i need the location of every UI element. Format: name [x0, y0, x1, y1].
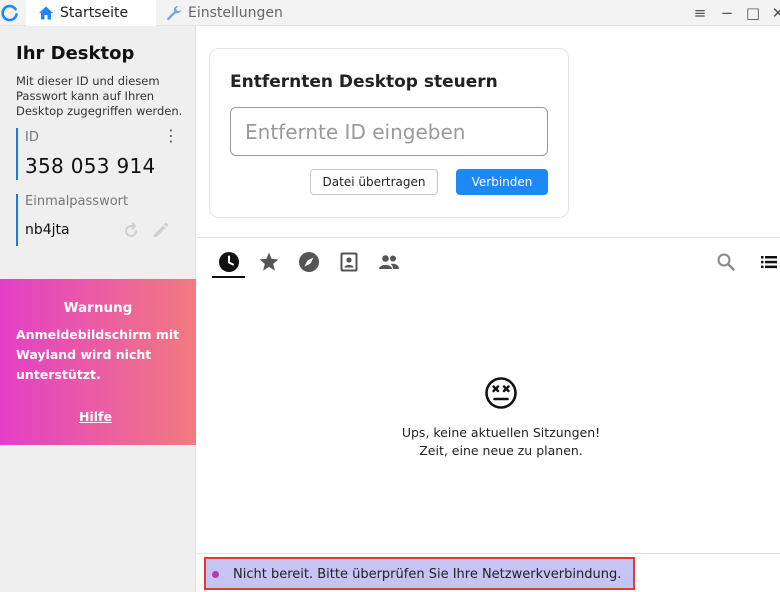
tab-discovered[interactable] [297, 250, 321, 274]
compass-icon [299, 252, 319, 272]
edit-pencil-icon[interactable] [151, 221, 170, 240]
warning-title: Warnung [63, 300, 133, 316]
id-label: ID [25, 130, 39, 145]
divider [197, 237, 780, 238]
file-transfer-button[interactable]: Datei übertragen [310, 169, 438, 195]
remote-id-input[interactable] [230, 107, 548, 156]
id-value[interactable]: 358 053 914 [25, 154, 156, 178]
minimize-button[interactable]: − [714, 0, 740, 26]
tab-recent-sessions[interactable] [217, 250, 241, 274]
password-field-accent [16, 194, 18, 246]
maximize-icon: □ [745, 4, 761, 22]
divider [197, 553, 780, 554]
tab-address-book[interactable] [337, 250, 361, 274]
rustdesk-logo-icon [1, 4, 18, 22]
wrench-icon [167, 6, 181, 21]
address-book-icon [340, 252, 358, 272]
empty-state-hint: Zeit, eine neue zu planen. [419, 443, 583, 458]
maximize-button[interactable]: □ [740, 0, 766, 26]
password-value[interactable]: nb4jta [25, 222, 70, 238]
remote-desktop-card: Entfernten Desktop steuern Datei übertra… [209, 48, 569, 218]
empty-state-message: Ups, keine aktuellen Sitzungen! [401, 425, 601, 440]
title-bar: Startseite Einstellungen ≡ − □ ✕ [0, 0, 780, 26]
menu-button[interactable]: ≡ [687, 0, 713, 26]
password-label: Einmalpasswort [25, 194, 129, 209]
tab-home[interactable]: Startseite [26, 0, 156, 26]
minimize-icon: − [720, 4, 734, 22]
refresh-icon[interactable] [122, 222, 140, 240]
status-text: Nicht bereit. Bitte überprüfen Sie Ihre … [233, 567, 622, 582]
left-panel: Ihr Desktop Mit dieser ID und diesem Pas… [0, 26, 196, 592]
your-desktop-title: Ihr Desktop [16, 43, 135, 64]
your-desktop-description: Mit dieser ID und diesem Passwort kann a… [16, 74, 183, 118]
connection-status-bar: Nicht bereit. Bitte überprüfen Sie Ihre … [204, 557, 635, 590]
clock-icon [219, 252, 239, 272]
tab-settings-label: Einstellungen [188, 5, 283, 21]
menu-icon: ≡ [693, 4, 707, 22]
tab-settings[interactable]: Einstellungen [166, 0, 283, 26]
active-tab-indicator [212, 276, 245, 278]
remote-desktop-title: Entfernten Desktop steuern [230, 72, 498, 92]
wayland-warning: Warnung Anmeldebildschirm mit Wayland wi… [0, 279, 196, 445]
status-indicator-dot [212, 571, 219, 578]
close-button[interactable]: ✕ [765, 0, 780, 26]
tab-group[interactable] [377, 250, 401, 274]
tab-favorites[interactable] [257, 250, 281, 274]
home-icon [39, 6, 53, 20]
star-icon [259, 252, 279, 271]
help-link[interactable]: Hilfe [0, 409, 191, 424]
search-icon[interactable] [716, 252, 736, 272]
warning-text: Anmeldebildschirm mit Wayland wird nicht… [16, 327, 180, 382]
tab-home-label: Startseite [60, 5, 129, 21]
id-menu-icon[interactable]: ⋮ [163, 128, 179, 144]
close-icon: ✕ [771, 4, 780, 22]
sad-face-icon [485, 377, 517, 409]
list-view-icon[interactable] [759, 252, 779, 272]
group-icon [379, 255, 399, 269]
connect-button[interactable]: Verbinden [456, 169, 548, 195]
id-field-accent [16, 128, 18, 180]
